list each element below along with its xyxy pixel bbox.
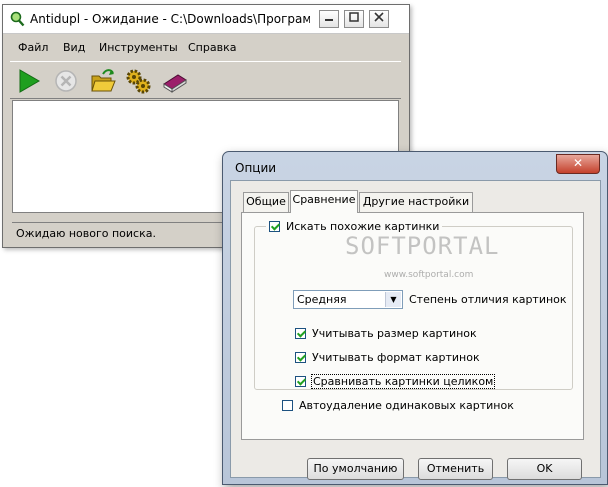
watermark-url: www.softportal.com bbox=[384, 270, 474, 280]
option-format-label: Учитывать формат картинок bbox=[312, 350, 480, 364]
dialog-client: Общие Сравнение Другие настройки Средняя… bbox=[230, 180, 601, 480]
watermark-logo: SOFTPORTAL bbox=[345, 232, 500, 260]
options-dialog: Опции ✕ Общие Сравнение Другие настройки… bbox=[222, 151, 608, 485]
stop-icon[interactable] bbox=[52, 67, 80, 95]
checkbox-format[interactable] bbox=[295, 351, 306, 363]
difference-level-label: Степень отличия картинок bbox=[409, 293, 567, 306]
open-folder-icon[interactable] bbox=[89, 67, 117, 95]
status-text: Ожидаю нового поиска. bbox=[16, 227, 156, 240]
toolbar bbox=[10, 61, 401, 99]
option-compare-whole[interactable]: Сравнивать картинки целиком bbox=[295, 373, 496, 389]
difference-level-value: Средняя bbox=[297, 293, 347, 306]
cancel-button[interactable]: Отменить bbox=[418, 458, 493, 480]
maximize-button[interactable] bbox=[344, 10, 364, 28]
minimize-icon bbox=[325, 19, 333, 21]
tab-general[interactable]: Общие bbox=[243, 192, 289, 212]
main-titlebar[interactable]: Antidupl - Ожидание - C:\Downloads\Прогр… bbox=[3, 5, 409, 34]
tab-other-settings[interactable]: Другие настройки bbox=[359, 192, 473, 212]
app-magnifier-icon bbox=[10, 11, 25, 27]
checkbox-size[interactable] bbox=[295, 327, 306, 339]
menu-bar: Файл Вид Инструменты Справка bbox=[10, 40, 401, 58]
maximize-icon bbox=[349, 12, 359, 22]
option-check-format[interactable]: Учитывать формат картинок bbox=[295, 349, 480, 365]
menu-view[interactable]: Вид bbox=[63, 41, 85, 54]
close-icon bbox=[374, 12, 384, 22]
tab-comparison[interactable]: Сравнение bbox=[290, 190, 358, 213]
close-button[interactable] bbox=[369, 10, 389, 28]
main-window-title: Antidupl - Ожидание - C:\Downloads\Прогр… bbox=[30, 12, 310, 26]
option-autodelete-label: Автоудаление одинаковых картинок bbox=[299, 398, 514, 412]
menu-tools[interactable]: Инструменты bbox=[99, 41, 178, 54]
close-icon: ✕ bbox=[572, 156, 584, 170]
minimize-button[interactable] bbox=[319, 10, 339, 28]
menu-file[interactable]: Файл bbox=[18, 41, 48, 54]
menu-help[interactable]: Справка bbox=[188, 41, 236, 54]
play-icon[interactable] bbox=[15, 67, 43, 95]
dialog-title: Опции bbox=[235, 161, 277, 175]
default-button[interactable]: По умолчанию bbox=[307, 458, 404, 480]
option-check-size[interactable]: Учитывать размер картинок bbox=[295, 325, 477, 341]
checkbox-autodelete[interactable] bbox=[282, 399, 293, 411]
checkbox-search-similar[interactable] bbox=[269, 220, 280, 232]
ok-button[interactable]: OK bbox=[507, 458, 582, 480]
group-legend-label: Искать похожие картинки bbox=[286, 219, 440, 233]
option-autodelete[interactable]: Автоудаление одинаковых картинок bbox=[282, 397, 514, 413]
difference-level-select[interactable]: Средняя ▼ bbox=[293, 290, 403, 309]
gears-icon[interactable] bbox=[124, 67, 152, 95]
chevron-down-icon: ▼ bbox=[385, 292, 401, 307]
checkbox-compare-whole[interactable] bbox=[295, 375, 306, 387]
dialog-close-button[interactable]: ✕ bbox=[556, 154, 600, 174]
book-icon[interactable] bbox=[160, 67, 188, 95]
option-size-label: Учитывать размер картинок bbox=[312, 326, 477, 340]
option-compare-whole-label: Сравнивать картинки целиком bbox=[310, 373, 496, 389]
